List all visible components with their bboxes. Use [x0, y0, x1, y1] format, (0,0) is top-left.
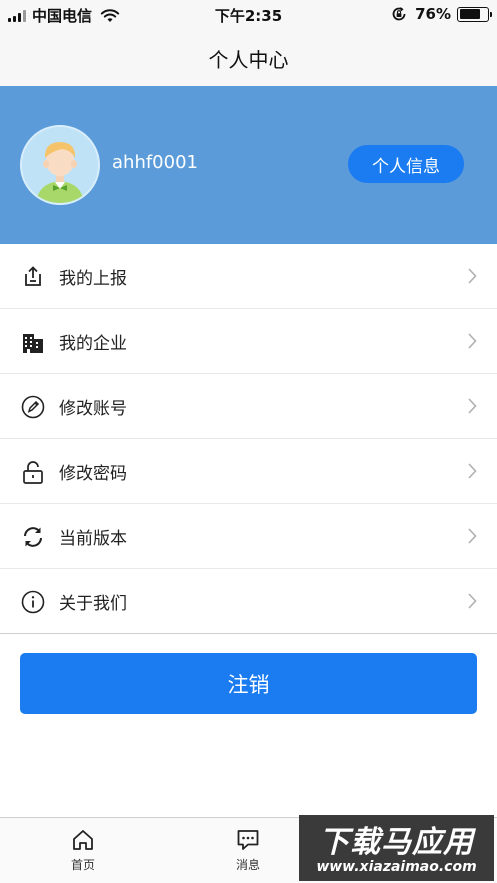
- edit-icon: [20, 394, 46, 420]
- menu-item-about-us[interactable]: 关于我们: [0, 569, 497, 634]
- status-left: 中国电信: [8, 5, 120, 26]
- menu-item-my-enterprise[interactable]: 我的企业: [0, 309, 497, 374]
- chevron-right-icon: [468, 463, 477, 479]
- unlock-icon: [20, 459, 46, 485]
- user-avatar-icon[interactable]: [20, 125, 100, 205]
- status-bar: 中国电信 下午2:35 76%: [0, 0, 497, 30]
- wifi-icon: [100, 8, 120, 22]
- chevron-right-icon: [468, 593, 477, 609]
- home-icon: [73, 830, 93, 850]
- upload-icon: [20, 264, 46, 290]
- chevron-right-icon: [468, 398, 477, 414]
- tab-home[interactable]: 首页: [53, 828, 113, 874]
- nav-bar: 个人中心: [0, 30, 497, 86]
- watermark-url: www.xiazaimao.com: [316, 859, 477, 875]
- menu-item-change-password[interactable]: 修改密码: [0, 439, 497, 504]
- chevron-right-icon: [468, 333, 477, 349]
- logout-button[interactable]: 注销: [20, 653, 477, 714]
- battery-percent: 76%: [415, 5, 451, 23]
- rotation-lock-icon: [392, 7, 406, 21]
- username: ahhf0001: [112, 152, 198, 173]
- chevron-right-icon: [468, 528, 477, 544]
- signal-icon: [8, 9, 26, 22]
- menu-item-label: 当前版本: [59, 528, 127, 549]
- menu-list: 我的上报 我的企业 修改账号 修改密码 当前版本 关于我们: [0, 244, 497, 634]
- tab-messages[interactable]: 消息: [218, 828, 278, 874]
- menu-item-label: 关于我们: [59, 593, 127, 614]
- tab-label: 消息: [235, 858, 260, 872]
- info-icon: [20, 589, 46, 615]
- menu-item-label: 我的上报: [59, 268, 127, 289]
- message-icon: [237, 830, 259, 850]
- page-title: 个人中心: [208, 47, 289, 72]
- chevron-right-icon: [468, 268, 477, 284]
- menu-item-label: 修改密码: [59, 463, 127, 484]
- menu-item-label: 我的企业: [59, 333, 127, 354]
- menu-item-edit-account[interactable]: 修改账号: [0, 374, 497, 439]
- personal-info-button[interactable]: 个人信息: [348, 145, 464, 183]
- battery-icon: [457, 6, 492, 22]
- refresh-icon: [20, 524, 46, 550]
- status-right: 76%: [391, 5, 492, 23]
- building-icon: [20, 329, 46, 355]
- menu-item-current-version[interactable]: 当前版本: [0, 504, 497, 569]
- watermark: 下载马应用 www.xiazaimao.com: [299, 815, 494, 881]
- menu-item-my-reports[interactable]: 我的上报: [0, 244, 497, 309]
- tab-label: 首页: [70, 858, 95, 872]
- menu-item-label: 修改账号: [59, 398, 127, 419]
- watermark-title: 下载马应用: [319, 825, 474, 860]
- carrier-label: 中国电信: [32, 7, 93, 25]
- profile-header: ahhf0001 个人信息: [0, 86, 497, 244]
- battery-fill: [459, 9, 481, 19]
